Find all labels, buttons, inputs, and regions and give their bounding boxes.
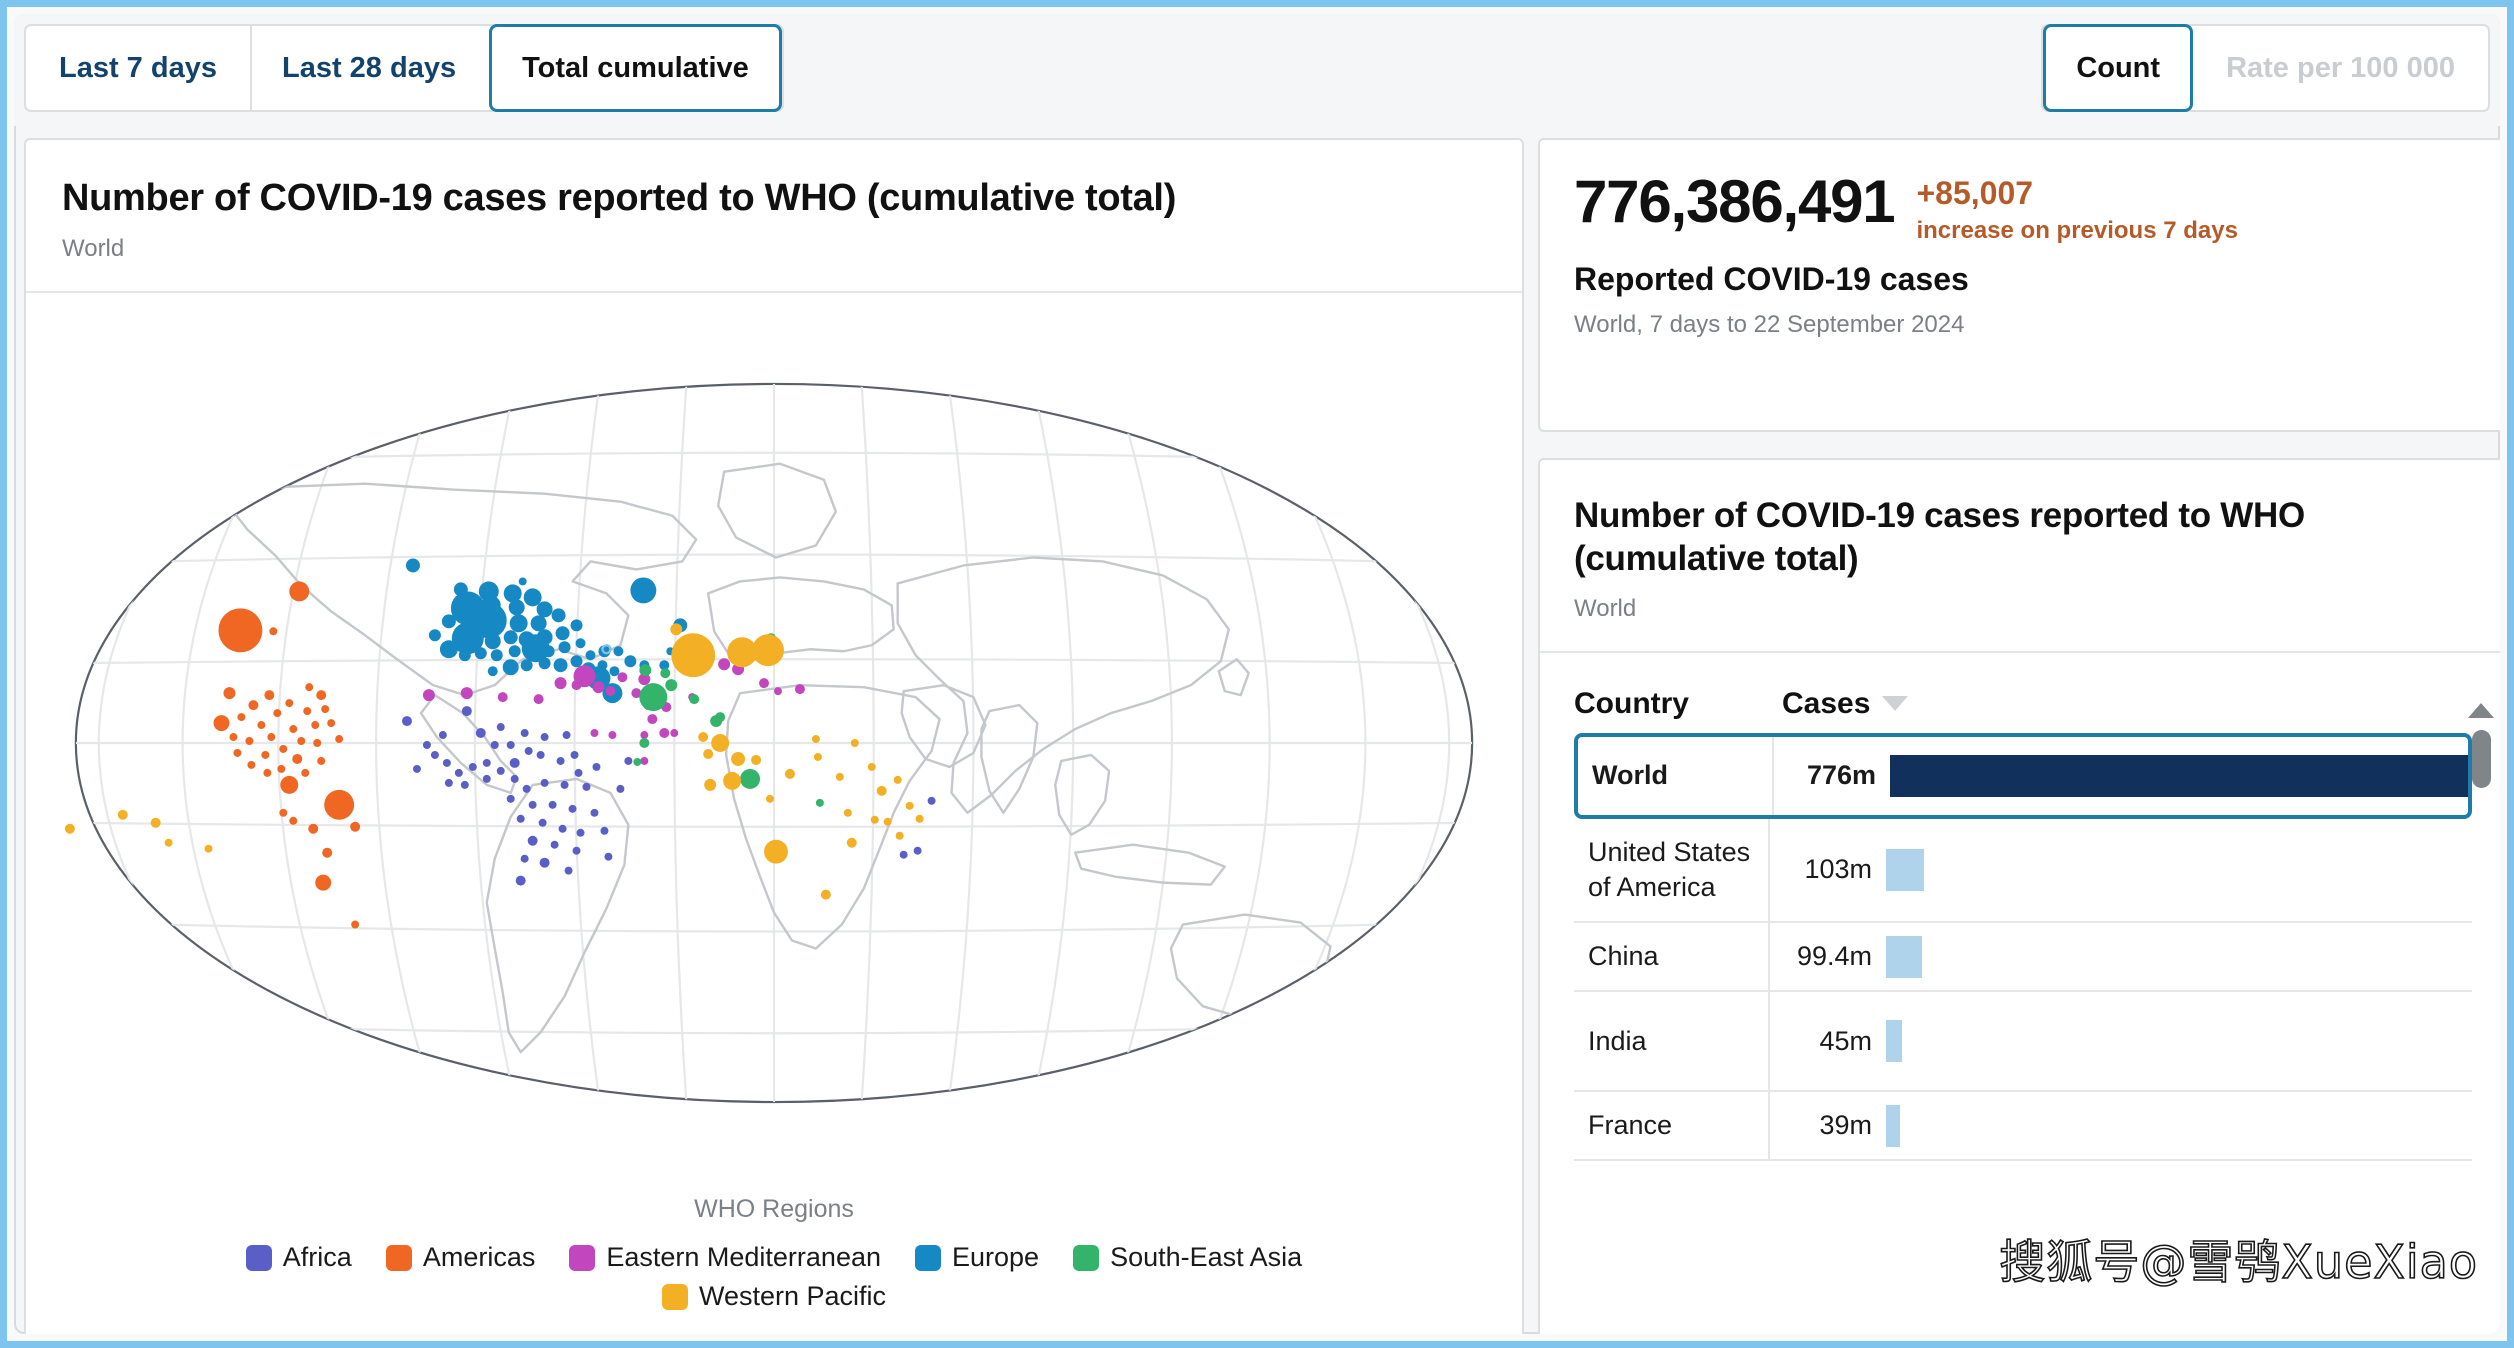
cell-cases: 103m xyxy=(1804,854,1872,885)
table-row[interactable]: China 99.4m xyxy=(1574,922,2472,993)
cell-bar xyxy=(1886,1092,2472,1159)
column-header-cases-label: Cases xyxy=(1782,686,1871,720)
scroll-up-arrow-icon[interactable] xyxy=(2468,702,2494,718)
cell-bar xyxy=(1886,992,2472,1090)
measure-toggle-group: Count Rate per 100 000 xyxy=(2041,24,2490,112)
tab-last-7-days[interactable]: Last 7 days xyxy=(26,24,250,112)
legend-item-western-pacific[interactable]: Western Pacific xyxy=(661,1281,887,1312)
stat-label: Reported COVID-19 cases xyxy=(1574,261,1969,298)
table-subtitle: World xyxy=(1574,594,1637,622)
legend-item-europe[interactable]: Europe xyxy=(915,1242,1039,1273)
tab-total-cumulative[interactable]: Total cumulative xyxy=(489,24,782,112)
column-header-country[interactable]: Country xyxy=(1574,687,1782,721)
table-column-headers: Country Cases xyxy=(1540,673,2500,735)
tab-rate-per-100000[interactable]: Rate per 100 000 xyxy=(2193,24,2488,112)
total-cases-value: 776,386,491 xyxy=(1574,168,1896,235)
cell-cases: 776m xyxy=(1806,760,1876,791)
tab-last-28-days[interactable]: Last 28 days xyxy=(249,24,489,112)
table-row[interactable]: United States of America 103m xyxy=(1574,818,2472,923)
legend-swatch-icon-americas xyxy=(385,1244,412,1271)
cell-country: China xyxy=(1574,922,1770,991)
period-toggle-group: Last 7 days Last 28 days Total cumulativ… xyxy=(24,24,784,112)
bar-fill xyxy=(1886,848,1925,891)
bar-fill xyxy=(1886,935,1923,978)
cell-country: India xyxy=(1574,992,1770,1091)
cell-country: United States of America xyxy=(1574,818,1770,921)
cell-cases: 99.4m xyxy=(1796,941,1872,972)
bar-fill xyxy=(1886,1104,1901,1147)
caret-down-icon[interactable] xyxy=(1882,696,1909,712)
legend-label-south-east-asia: South-East Asia xyxy=(1110,1242,1303,1272)
legend-swatch-icon-western-pacific xyxy=(661,1283,688,1310)
legend-label-americas: Americas xyxy=(422,1242,536,1272)
stat-scope: World, 7 days to 22 September 2024 xyxy=(1574,311,1965,339)
country-table-panel: Number of COVID-19 cases reported to WHO… xyxy=(1538,458,2500,1334)
delta-caption: increase on previous 7 days xyxy=(1916,217,2238,245)
legend-label-western-pacific: Western Pacific xyxy=(698,1281,887,1311)
top-toolbar: Last 7 days Last 28 days Total cumulativ… xyxy=(14,14,2500,126)
legend-swatch-icon-eastern-mediterranean xyxy=(569,1244,596,1271)
page-frame: Last 7 days Last 28 days Total cumulativ… xyxy=(14,14,2500,1334)
legend-row-1: Africa Americas Eastern Mediterranean Eu… xyxy=(26,1238,1522,1277)
legend-swatch-icon-south-east-asia xyxy=(1073,1244,1100,1271)
cell-country: World xyxy=(1578,736,1774,815)
cell-cases: 45m xyxy=(1819,1025,1872,1056)
table-rows: World 776m United States of America 103m… xyxy=(1540,732,2500,1162)
table-panel-header: Number of COVID-19 cases reported to WHO… xyxy=(1540,460,2500,653)
delta-block: +85,007 increase on previous 7 days xyxy=(1916,170,2237,245)
legend-label-europe: Europe xyxy=(952,1242,1040,1272)
legend-label-africa: Africa xyxy=(282,1242,352,1272)
table-row[interactable]: France 39m xyxy=(1574,1092,2472,1162)
map-legend: WHO Regions Africa Americas Eastern Medi… xyxy=(26,1195,1522,1316)
stat-top-row: 776,386,491 +85,007 increase on previous… xyxy=(1574,170,2472,245)
column-header-cases[interactable]: Cases xyxy=(1782,686,1909,721)
legend-label-eastern-mediterranean: Eastern Mediterranean xyxy=(606,1242,881,1272)
legend-swatch-icon-africa xyxy=(245,1244,272,1271)
map-subtitle: World xyxy=(62,234,125,262)
cell-country: France xyxy=(1574,1092,1770,1160)
table-row[interactable]: World 776m xyxy=(1574,732,2472,819)
legend-item-south-east-asia[interactable]: South-East Asia xyxy=(1073,1242,1302,1273)
legend-item-americas[interactable]: Americas xyxy=(385,1242,536,1273)
map-title: Number of COVID-19 cases reported to WHO… xyxy=(62,177,1177,219)
scrollbar-thumb[interactable] xyxy=(2471,729,2491,788)
screenshot-root: Last 7 days Last 28 days Total cumulativ… xyxy=(0,0,2514,1348)
tab-count[interactable]: Count xyxy=(2043,24,2194,112)
legend-row-2: Western Pacific xyxy=(26,1277,1522,1316)
cell-bar xyxy=(1886,923,2472,990)
legend-item-eastern-mediterranean[interactable]: Eastern Mediterranean xyxy=(569,1242,881,1273)
table-body: Country Cases World 776m United States o… xyxy=(1540,673,2500,1258)
summary-stat-card: 776,386,491 +85,007 increase on previous… xyxy=(1538,138,2500,432)
table-title: Number of COVID-19 cases reported to WHO… xyxy=(1574,496,2305,579)
cell-bar xyxy=(1886,819,2472,921)
map-svg xyxy=(64,382,1474,1103)
table-row[interactable]: India 45m xyxy=(1574,992,2472,1093)
bar-fill xyxy=(1890,754,2468,797)
legend-title: WHO Regions xyxy=(694,1195,854,1223)
legend-item-africa[interactable]: Africa xyxy=(245,1242,352,1273)
cell-bar xyxy=(1890,737,2468,815)
cell-cases: 39m xyxy=(1819,1110,1872,1141)
delta-value: +85,007 xyxy=(1916,175,2034,211)
bar-fill xyxy=(1886,1020,1903,1063)
map-panel-header: Number of COVID-19 cases reported to WHO… xyxy=(26,140,1522,293)
map-panel: Number of COVID-19 cases reported to WHO… xyxy=(24,138,1524,1334)
legend-swatch-icon-europe xyxy=(915,1244,941,1271)
world-bubble-map[interactable] xyxy=(26,293,1522,1193)
